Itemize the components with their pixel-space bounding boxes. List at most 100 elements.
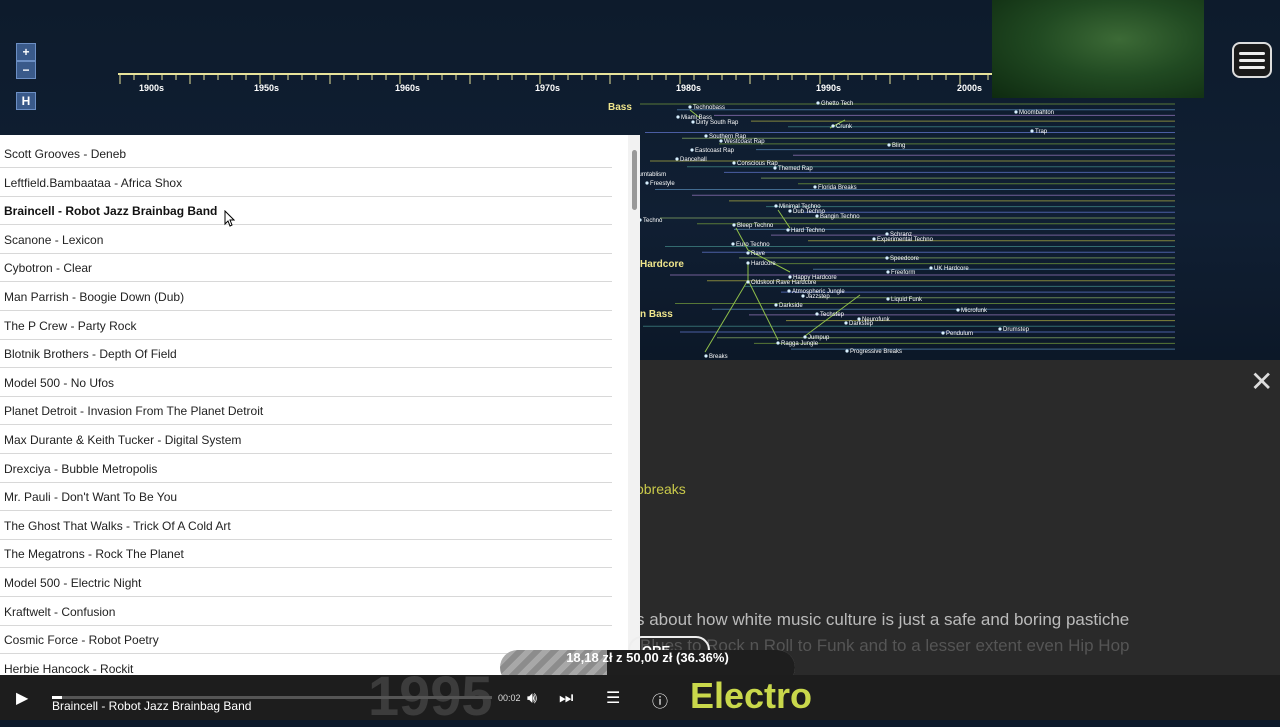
- genre-node: [1014, 110, 1018, 114]
- genre-node-label[interactable]: Florida Breaks: [818, 185, 857, 191]
- genre-node: [786, 228, 790, 232]
- genre-node-label[interactable]: Progressive Breaks: [850, 349, 902, 355]
- genre-node: [704, 134, 708, 138]
- genre-node-label[interactable]: Techno: [643, 218, 663, 224]
- current-genre: Electro: [690, 675, 813, 716]
- playlist-track[interactable]: Scanone - Lexicon: [0, 226, 612, 254]
- genre-node: [885, 256, 889, 260]
- genre-node-label[interactable]: Rave: [751, 251, 766, 257]
- genre-node-label[interactable]: Bling: [892, 143, 905, 149]
- volume-icon[interactable]: 🔊︎: [527, 688, 537, 708]
- genre-node-label[interactable]: Dirty South Rap: [696, 120, 739, 126]
- related-genre-link[interactable]: obreaks: [636, 481, 686, 497]
- menu-line-icon: [1239, 65, 1265, 69]
- playlist-track[interactable]: Planet Detroit - Invasion From The Plane…: [0, 397, 612, 426]
- close-icon[interactable]: ✕: [1250, 368, 1273, 396]
- genre-node-label[interactable]: Eastcoast Rap: [695, 148, 735, 154]
- playlist-track[interactable]: The Megatrons - Rock The Planet: [0, 540, 612, 569]
- hamburger-menu-button[interactable]: [1232, 42, 1272, 78]
- genre-node-label[interactable]: Jazzstep: [806, 294, 830, 300]
- playlist-track[interactable]: Cybotron - Clear: [0, 254, 612, 283]
- genre-node-label[interactable]: Trap: [1035, 129, 1048, 135]
- genre-node-label[interactable]: Crunk: [836, 124, 853, 130]
- next-track-icon[interactable]: ⏭︎: [559, 688, 573, 708]
- genre-node-label[interactable]: UK Hardcore: [934, 266, 969, 272]
- decade-label: 1990s: [816, 83, 842, 93]
- genre-node: [886, 297, 890, 301]
- playlist-track[interactable]: Blotnik Brothers - Depth Of Field: [0, 340, 612, 369]
- genre-node-label[interactable]: Techstep: [820, 312, 845, 318]
- playlist-track[interactable]: Kraftwelt - Confusion: [0, 598, 612, 626]
- genre-node-label[interactable]: Ragga Jungle: [781, 341, 819, 347]
- genre-node: [688, 105, 692, 109]
- genre-node-label[interactable]: Microfunk: [961, 308, 988, 314]
- genre-node-label[interactable]: Speedcore: [890, 256, 920, 262]
- genre-node: [776, 341, 780, 345]
- playlist-track[interactable]: Mr. Pauli - Don't Want To Be You: [0, 483, 612, 512]
- playlist-track[interactable]: Leftfield.Bambaataa - Africa Shox: [0, 169, 612, 197]
- genre-family-label[interactable]: Bass: [608, 102, 632, 113]
- decade-label: 2000s: [957, 83, 983, 93]
- playlist-track[interactable]: The P Crew - Party Rock: [0, 312, 612, 340]
- genre-node: [774, 303, 778, 307]
- menu-line-icon: [1239, 51, 1265, 55]
- genre-node: [885, 232, 889, 236]
- genre-node-label[interactable]: Pendulum: [946, 331, 973, 337]
- genre-node-label[interactable]: Oldskool Rave Hardcore: [751, 280, 817, 286]
- playlist-track[interactable]: Man Parrish - Boogie Down (Dub): [0, 283, 612, 311]
- genre-node-label[interactable]: Technobass: [693, 105, 725, 111]
- genre-node: [886, 270, 890, 274]
- genre-node-label[interactable]: Bangin Techno: [820, 214, 860, 220]
- playlist-panel[interactable]: Scott Grooves - Deneb Leftfield.Bambaataa…: [0, 135, 640, 675]
- genre-node-label[interactable]: Ghetto Tech: [821, 101, 853, 107]
- genre-node: [645, 181, 649, 185]
- genre-node-label[interactable]: Dancehall: [680, 157, 707, 163]
- home-button[interactable]: H: [16, 92, 36, 110]
- genre-node-label[interactable]: Westcoast Rap: [724, 139, 765, 145]
- genre-node: [788, 275, 792, 279]
- playlist-scrollbar[interactable]: [628, 135, 640, 675]
- genre-family-label[interactable]: n Bass: [640, 309, 673, 320]
- playlist-track[interactable]: Max Durante & Keith Tucker - Digital Sys…: [0, 426, 612, 454]
- genre-node-label[interactable]: Conscious Rap: [737, 161, 778, 167]
- genre-node: [1030, 129, 1034, 133]
- genre-node: [731, 242, 735, 246]
- playlist-track[interactable]: Model 500 - No Ufos: [0, 369, 612, 397]
- genre-node-label[interactable]: Drumstep: [1003, 327, 1030, 333]
- playlist-track[interactable]: Braincell - Robot Jazz Brainbag Band: [0, 197, 612, 226]
- genre-node-label[interactable]: Darkside: [779, 303, 803, 309]
- genre-node-label[interactable]: Darkstep: [849, 321, 874, 327]
- genre-node-label[interactable]: Hard Techno: [791, 228, 826, 234]
- genre-node: [998, 327, 1002, 331]
- playlist-icon[interactable]: ☰: [606, 688, 620, 707]
- genre-node-label[interactable]: Freestyle: [650, 181, 675, 187]
- genre-node-label[interactable]: Moombahton: [1019, 110, 1054, 116]
- genre-node-label[interactable]: Themed Rap: [778, 166, 813, 172]
- genre-family-label[interactable]: Hardcore: [640, 259, 684, 270]
- genre-node: [844, 321, 848, 325]
- info-icon[interactable]: ⓘ: [652, 688, 668, 712]
- playlist-track[interactable]: Drexciya - Bubble Metropolis: [0, 455, 612, 483]
- genre-node: [676, 115, 680, 119]
- play-icon[interactable]: ▶: [16, 688, 28, 707]
- decade-label: 1900s: [139, 83, 165, 93]
- playlist-track[interactable]: Scott Grooves - Deneb: [0, 140, 612, 168]
- genre-node-label[interactable]: Hardcore: [751, 261, 776, 267]
- playlist-track[interactable]: Model 500 - Electric Night: [0, 569, 612, 597]
- zoom-in-button[interactable]: +: [16, 43, 36, 61]
- scrollbar-thumb[interactable]: [632, 150, 637, 210]
- zoom-out-button[interactable]: −: [16, 61, 36, 79]
- genre-node-label[interactable]: Liquid Funk: [891, 297, 923, 303]
- genre-node: [929, 266, 933, 270]
- genre-node: [746, 261, 750, 265]
- decade-label: 1960s: [395, 83, 421, 93]
- decade-label: 1980s: [676, 83, 702, 93]
- genre-node: [816, 101, 820, 105]
- genre-node-label[interactable]: Experimental Techno: [877, 237, 934, 243]
- genre-node: [813, 185, 817, 189]
- genre-node: [746, 251, 750, 255]
- playlist-track[interactable]: The Ghost That Walks - Trick Of A Cold A…: [0, 512, 612, 540]
- genre-node-label[interactable]: Euro Techno: [736, 242, 770, 248]
- genre-node-label[interactable]: Bleep Techno: [737, 223, 774, 229]
- genre-node-label[interactable]: Freeform: [891, 270, 915, 276]
